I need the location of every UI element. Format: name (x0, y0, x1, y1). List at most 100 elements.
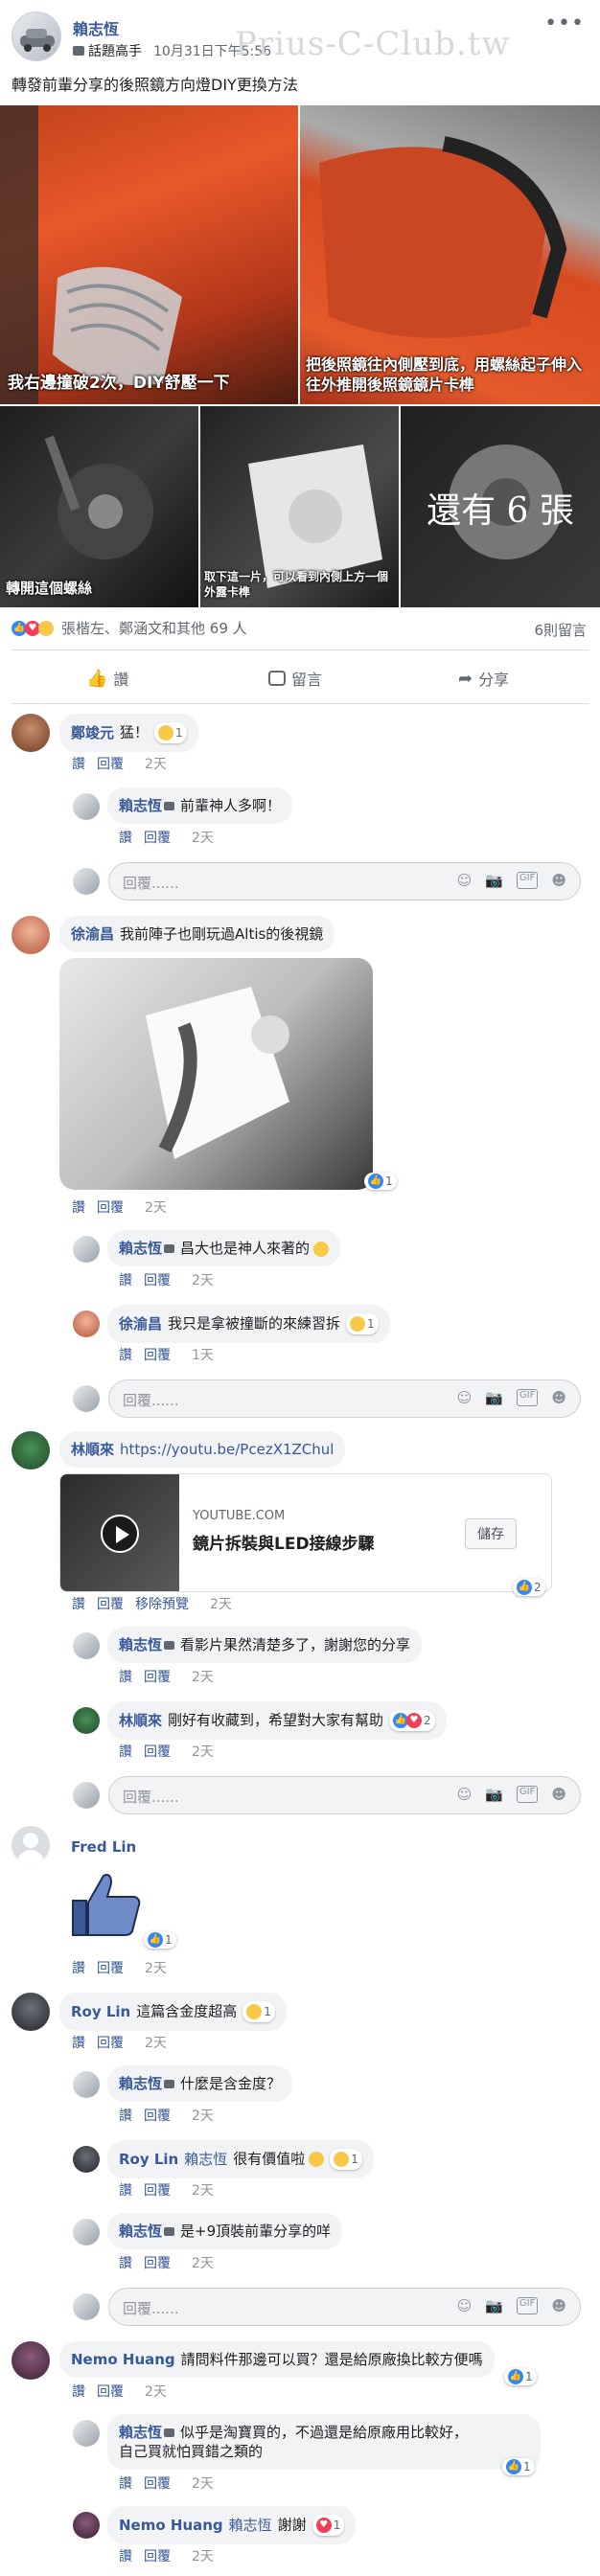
camera-icon[interactable]: 📷 (485, 2297, 503, 2314)
gif-icon[interactable]: GIF (516, 872, 539, 889)
gif-icon[interactable]: GIF (516, 1389, 539, 1406)
like-link[interactable]: 讚 (119, 2109, 132, 2124)
avatar[interactable] (12, 2341, 50, 2380)
comment-time[interactable]: 2天 (192, 1670, 214, 1685)
save-button[interactable]: 儲存 (465, 1518, 517, 1549)
photo-5-more[interactable]: 還有 6 張 (401, 406, 600, 607)
comment-time[interactable]: 2天 (145, 1961, 167, 1976)
remove-preview-link[interactable]: 移除預覽 (135, 1597, 189, 1612)
photo-4[interactable]: 取下這一片，可以看到內側上方一個外露卡榫 (200, 406, 399, 607)
gif-icon[interactable]: GIF (516, 2297, 539, 2314)
like-link[interactable]: 讚 (119, 2476, 132, 2492)
commenter-name[interactable]: 徐渝昌 (71, 925, 114, 943)
comment-time[interactable]: 2天 (145, 1200, 167, 1216)
emoji-icon[interactable]: ☺ (457, 2297, 473, 2314)
reply-input[interactable]: 回覆...... ☺ 📷 GIF ☻ (108, 2288, 581, 2326)
reaction-badge[interactable]: 1 (346, 1313, 379, 1334)
reply-link[interactable]: 回覆 (144, 1348, 171, 1363)
reply-link[interactable]: 回覆 (97, 757, 124, 772)
comment-time[interactable]: 1天 (192, 1348, 214, 1363)
commenter-name[interactable]: 林順來 (119, 1712, 162, 1729)
avatar[interactable] (73, 1236, 100, 1263)
reaction-badge[interactable]: 👍 ♥ 2 (389, 1710, 435, 1731)
emoji-icon[interactable]: ☺ (457, 872, 473, 889)
photo-3[interactable]: 轉開這個螺絲 (0, 406, 198, 607)
comment-time[interactable]: 2天 (210, 1597, 232, 1612)
avatar[interactable] (73, 2420, 100, 2447)
reply-link[interactable]: 回覆 (144, 2549, 171, 2565)
like-link[interactable]: 讚 (72, 1961, 85, 1976)
like-link[interactable]: 讚 (119, 2256, 132, 2271)
photo-2[interactable]: 把後照鏡往內側壓到底，用螺絲起子伸入往外推開後照鏡鏡片卡榫 (300, 105, 600, 404)
reply-link[interactable]: 回覆 (97, 1200, 124, 1216)
reply-link[interactable]: 回覆 (144, 2476, 171, 2492)
camera-icon[interactable]: 📷 (485, 872, 503, 889)
commenter-name[interactable]: 賴志恆 (119, 1240, 162, 1257)
avatar[interactable] (73, 1311, 100, 1337)
commenter-name[interactable]: Roy Lin (71, 2003, 130, 2020)
comment-time[interactable]: 2天 (192, 2183, 214, 2199)
comment-photo[interactable] (59, 958, 373, 1190)
commenter-name[interactable]: 徐渝昌 (119, 1315, 162, 1333)
comment-time[interactable]: 2天 (192, 1273, 214, 1288)
like-link[interactable]: 讚 (72, 1597, 85, 1612)
comment-link[interactable]: https://youtu.be/PcezX1ZChul (120, 1441, 334, 1458)
commenter-name[interactable]: 賴志恆 (119, 2075, 162, 2092)
reaction-badge[interactable]: 1 (242, 2001, 275, 2022)
reply-link[interactable]: 回覆 (97, 1597, 124, 1612)
comment-action-button[interactable]: 留言 (268, 667, 322, 690)
avatar[interactable] (12, 916, 50, 954)
reply-link[interactable]: 回覆 (97, 2384, 124, 2400)
comment-time[interactable]: 2天 (192, 2549, 214, 2565)
mention-link[interactable]: 賴志恆 (184, 2151, 227, 2168)
sticker-icon[interactable]: ☻ (551, 1389, 566, 1406)
like-link[interactable]: 讚 (119, 1744, 132, 1760)
avatar[interactable] (73, 2219, 100, 2245)
sticker-icon[interactable]: ☻ (551, 2297, 566, 2314)
commenter-name[interactable]: Fred Lin (71, 1838, 136, 1856)
commenter-name[interactable]: 賴志恆 (119, 1636, 162, 1653)
commenter-name[interactable]: 賴志恆 (119, 2223, 162, 2240)
camera-icon[interactable]: 📷 (485, 1786, 503, 1803)
reaction-badge[interactable]: 1 (154, 722, 187, 743)
gif-icon[interactable]: GIF (516, 1786, 539, 1803)
reaction-badge[interactable]: 👍 1 (144, 1931, 176, 1949)
avatar[interactable] (73, 1632, 100, 1659)
reaction-badge[interactable]: 👍 2 (513, 1579, 545, 1596)
emoji-icon[interactable]: ☺ (457, 1786, 473, 1803)
commenter-name[interactable]: 賴志恆 (119, 797, 162, 814)
camera-icon[interactable]: 📷 (485, 1389, 503, 1406)
like-link[interactable]: 讚 (119, 831, 132, 846)
reaction-badge[interactable]: ♥ 1 (312, 2515, 345, 2536)
comment-time[interactable]: 2天 (192, 1744, 214, 1760)
comment-time[interactable]: 2天 (145, 757, 167, 772)
reply-link[interactable]: 回覆 (144, 1670, 171, 1685)
like-link[interactable]: 讚 (119, 2183, 132, 2199)
reply-link[interactable]: 回覆 (144, 831, 171, 846)
avatar[interactable] (73, 2071, 100, 2098)
reaction-badge[interactable]: 👍 1 (504, 2368, 537, 2385)
like-link[interactable]: 讚 (119, 1348, 132, 1363)
video-thumbnail[interactable] (60, 1474, 179, 1591)
share-action-button[interactable]: ➦ 分享 (458, 667, 509, 690)
reaction-badge[interactable]: 👍 1 (364, 1173, 397, 1190)
comment-time[interactable]: 2天 (192, 831, 214, 846)
avatar[interactable] (73, 1707, 100, 1734)
comment-time[interactable]: 2天 (192, 2109, 214, 2124)
comment-time[interactable]: 2天 (145, 2384, 167, 2400)
reply-link[interactable]: 回覆 (144, 2109, 171, 2124)
avatar[interactable] (73, 793, 100, 820)
reaction-badge[interactable]: 👍 1 (502, 2458, 535, 2475)
avatar[interactable] (12, 1993, 50, 2031)
reaction-badge[interactable]: 1 (330, 2149, 362, 2170)
commenter-name[interactable]: 賴志恆 (119, 2424, 162, 2441)
more-options-icon[interactable]: ••• (544, 11, 585, 35)
link-preview-card[interactable]: YOUTUBE.COM 鏡片拆裝與LED接線步驟 儲存 (59, 1473, 552, 1592)
sticker-icon[interactable]: ☻ (551, 872, 566, 889)
comments-count[interactable]: 6則留言 (534, 620, 587, 640)
comment-time[interactable]: 2天 (192, 2256, 214, 2271)
avatar[interactable] (12, 714, 50, 752)
reply-input[interactable]: 回覆...... ☺ 📷 GIF ☻ (108, 1379, 581, 1418)
reply-input[interactable]: 回覆...... ☺ 📷 GIF ☻ (108, 1776, 581, 1814)
reply-input[interactable]: 回覆...... ☺ 📷 GIF ☻ (108, 862, 581, 900)
